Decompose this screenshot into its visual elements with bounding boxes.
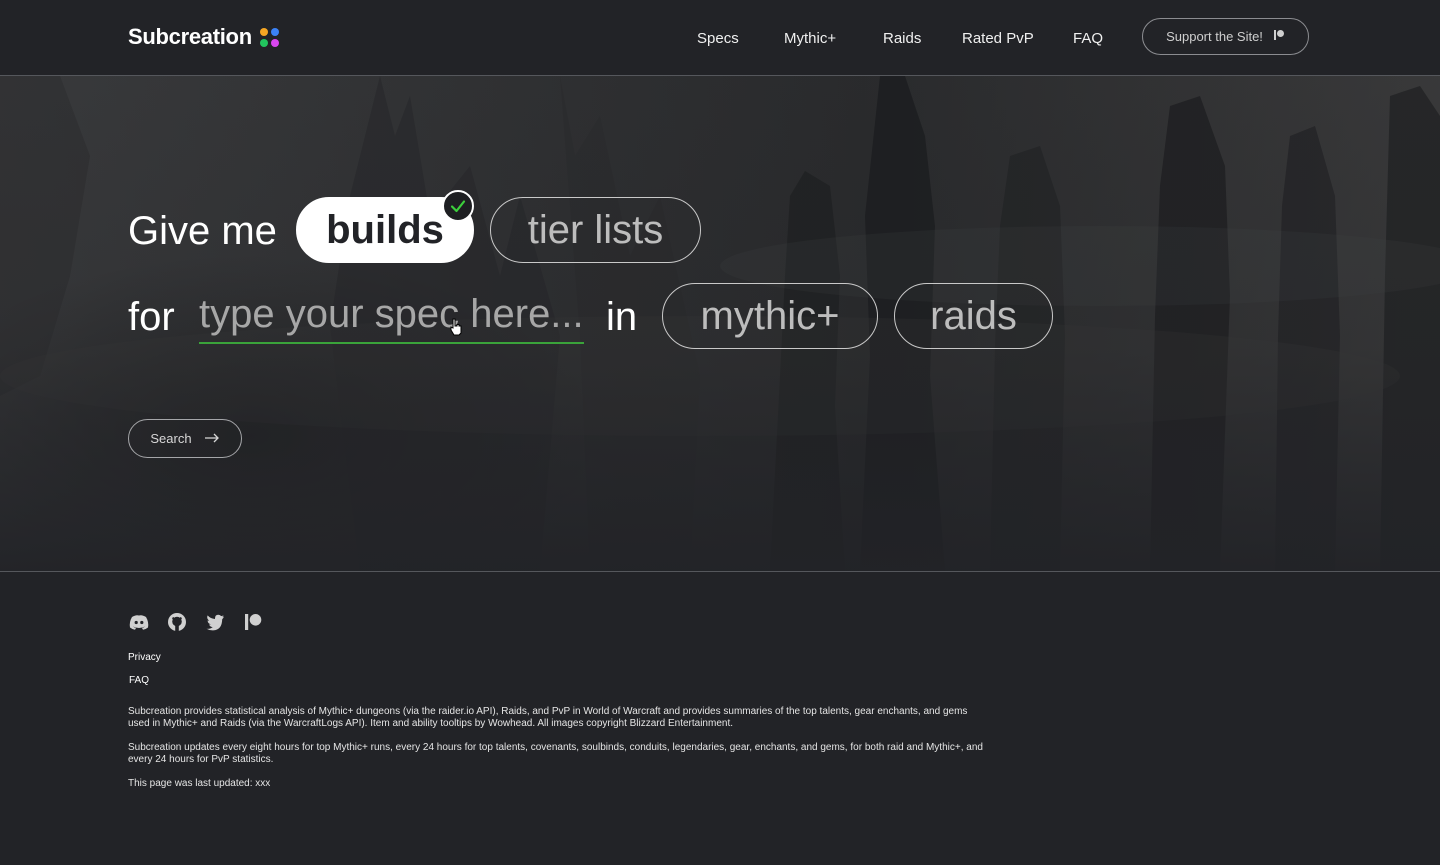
footer-about-text: Subcreation provides statistical analysi… bbox=[128, 706, 968, 729]
option-mythic-plus[interactable]: mythic+ bbox=[662, 283, 878, 349]
support-button[interactable]: Support the Site! bbox=[1142, 18, 1309, 55]
footer-last-updated-text: This page was last updated: xxx bbox=[128, 778, 271, 789]
option-raids-label: raids bbox=[930, 293, 1017, 338]
give-me-text: Give me bbox=[128, 209, 277, 253]
option-mythic-plus-label: mythic+ bbox=[700, 293, 840, 338]
search-button[interactable]: Search bbox=[128, 419, 242, 458]
hero-section: Give me builds tier lists for in mythic+… bbox=[0, 76, 1440, 571]
in-text: in bbox=[606, 295, 638, 339]
option-raids[interactable]: raids bbox=[894, 283, 1053, 349]
option-builds-label: builds bbox=[326, 207, 444, 252]
spec-search-input[interactable] bbox=[199, 286, 584, 344]
footer-link-faq[interactable]: FAQ bbox=[129, 675, 149, 686]
nav-faq[interactable]: FAQ bbox=[1073, 30, 1103, 47]
search-label: Search bbox=[150, 431, 192, 446]
site-header: Subcreation Specs Mythic+ Raids Rated Pv… bbox=[0, 0, 1440, 76]
nav-rated-pvp[interactable]: Rated PvP bbox=[962, 30, 1034, 47]
arrow-right-icon bbox=[204, 431, 220, 446]
patreon-icon[interactable] bbox=[242, 611, 264, 633]
checkmark-icon bbox=[442, 190, 474, 222]
option-tier-lists[interactable]: tier lists bbox=[490, 197, 701, 263]
nav-raids[interactable]: Raids bbox=[883, 30, 921, 47]
hand-cursor-icon bbox=[449, 318, 463, 341]
github-icon[interactable] bbox=[166, 611, 188, 633]
discord-icon[interactable] bbox=[128, 611, 150, 633]
support-label: Support the Site! bbox=[1166, 29, 1263, 44]
for-text: for bbox=[128, 295, 175, 339]
patreon-icon bbox=[1273, 29, 1285, 44]
footer-link-privacy[interactable]: Privacy bbox=[128, 652, 161, 663]
footer-update-schedule-text: Subcreation updates every eight hours fo… bbox=[128, 742, 983, 765]
twitter-icon[interactable] bbox=[204, 611, 226, 633]
site-footer: Privacy FAQ Subcreation provides statist… bbox=[0, 571, 1440, 865]
nav-specs[interactable]: Specs bbox=[697, 30, 739, 47]
nav-mythic-plus[interactable]: Mythic+ bbox=[784, 30, 836, 47]
option-tier-lists-label: tier lists bbox=[527, 207, 664, 252]
social-links bbox=[128, 611, 264, 633]
